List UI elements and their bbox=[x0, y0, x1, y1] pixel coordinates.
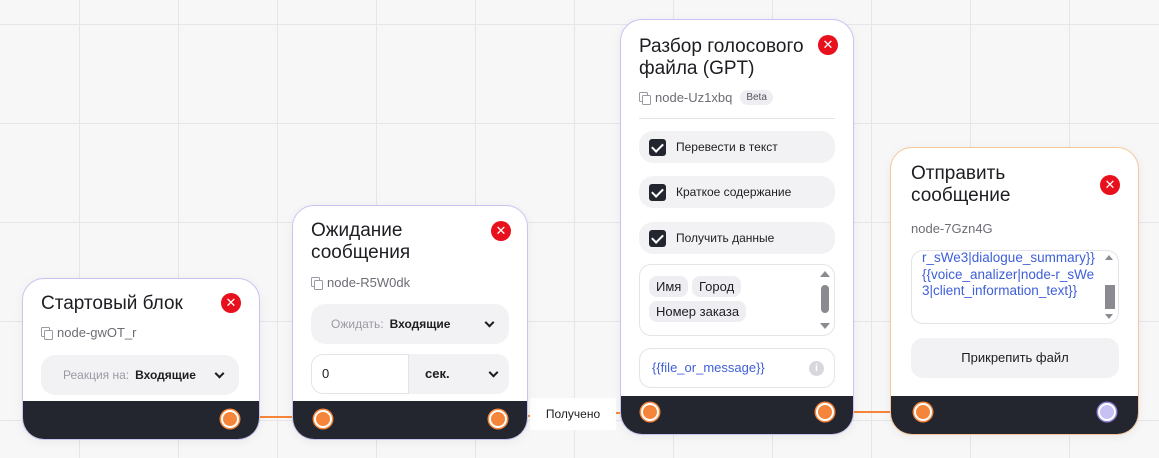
chevron-down-icon bbox=[214, 368, 225, 379]
attach-file-button[interactable]: Прикрепить файл bbox=[911, 338, 1119, 378]
option-label: Краткое содержание bbox=[676, 185, 792, 199]
option-label: Получить данные bbox=[676, 231, 775, 245]
input-handle[interactable] bbox=[914, 403, 932, 421]
chevron-down-icon bbox=[488, 367, 499, 378]
node-send-message[interactable]: Отправить сообщение ✕ node-7Gzn4G r_sWe3… bbox=[890, 147, 1139, 435]
scroll-thumb[interactable] bbox=[1105, 285, 1115, 309]
close-icon[interactable]: ✕ bbox=[221, 293, 241, 313]
output-handle[interactable] bbox=[489, 410, 507, 428]
divider bbox=[639, 118, 835, 119]
node-title: Отправить сообщение bbox=[911, 163, 1011, 206]
output-handle[interactable] bbox=[221, 410, 239, 428]
scroll-up-icon[interactable] bbox=[820, 271, 830, 277]
beta-badge: Beta bbox=[740, 90, 773, 105]
node-id: node-7Gzn4G bbox=[911, 221, 993, 236]
close-icon[interactable]: ✕ bbox=[818, 35, 838, 55]
wait-label: Ожидать: bbox=[331, 317, 384, 331]
node-id-text: node-7Gzn4G bbox=[911, 221, 993, 236]
node-start[interactable]: Стартовый блок ✕ node-gwOT_r Реакция на:… bbox=[22, 278, 260, 440]
output-handle[interactable] bbox=[1098, 403, 1116, 421]
node-footer bbox=[891, 396, 1138, 434]
node-footer bbox=[23, 401, 259, 439]
scroll-down-icon[interactable] bbox=[1105, 314, 1113, 319]
wait-select[interactable]: Ожидать: Входящие bbox=[311, 304, 509, 344]
option-transcribe[interactable]: Перевести в текст bbox=[639, 131, 835, 163]
node-id-text: node-Uz1xbq bbox=[655, 90, 733, 105]
scrollbar[interactable] bbox=[819, 271, 831, 329]
copy-icon[interactable] bbox=[639, 92, 651, 105]
timeout-input[interactable]: 0 bbox=[311, 354, 409, 394]
scrollbar[interactable] bbox=[1104, 255, 1116, 319]
copy-icon[interactable] bbox=[311, 277, 323, 290]
tag-chip[interactable]: Имя bbox=[649, 276, 689, 297]
close-icon[interactable]: ✕ bbox=[1100, 175, 1120, 195]
scroll-up-icon[interactable] bbox=[1105, 255, 1113, 260]
chevron-down-icon bbox=[484, 317, 495, 328]
node-id-text: node-R5W0dk bbox=[327, 275, 411, 290]
checkbox-checked[interactable] bbox=[649, 229, 666, 247]
message-textarea[interactable]: r_sWe3|dialogue_summary}} {{voice_analiz… bbox=[911, 250, 1119, 324]
option-label: Перевести в текст bbox=[676, 140, 778, 154]
node-footer bbox=[293, 401, 527, 439]
reaction-value: Входящие bbox=[135, 368, 196, 382]
option-extract-data[interactable]: Получить данные bbox=[639, 222, 835, 254]
node-wait[interactable]: Ожидание сообщения ✕ node-R5W0dk Ожидать… bbox=[292, 205, 528, 440]
input-handle[interactable] bbox=[314, 410, 332, 428]
node-title: Разбор голосового файла (GPT) bbox=[639, 36, 804, 79]
checkbox-checked[interactable] bbox=[649, 183, 666, 201]
data-fields-box[interactable]: Имя Город Номер заказа bbox=[639, 264, 835, 336]
source-variable-text: {{file_or_message}} bbox=[652, 360, 765, 375]
checkbox-checked[interactable] bbox=[649, 138, 666, 156]
input-handle[interactable] bbox=[641, 403, 659, 421]
node-id-text: node-gwOT_r bbox=[57, 325, 137, 340]
node-footer bbox=[621, 396, 853, 434]
node-id: node-Uz1xbq Beta bbox=[639, 90, 773, 105]
scroll-down-icon[interactable] bbox=[820, 323, 830, 329]
output-handle[interactable] bbox=[816, 403, 834, 421]
message-text: r_sWe3|dialogue_summary}} {{voice_analiz… bbox=[922, 250, 1095, 298]
option-summary[interactable]: Краткое содержание bbox=[639, 176, 835, 208]
info-icon[interactable]: i bbox=[809, 361, 824, 376]
copy-icon[interactable] bbox=[41, 327, 53, 340]
node-title: Ожидание сообщения bbox=[311, 220, 411, 263]
wait-value: Входящие bbox=[389, 317, 451, 331]
timeout-unit-select[interactable]: сек. bbox=[409, 354, 509, 394]
scroll-thumb[interactable] bbox=[821, 285, 829, 313]
node-id: node-R5W0dk bbox=[311, 275, 410, 290]
tag-chip[interactable]: Номер заказа bbox=[649, 301, 747, 322]
node-voice-analysis[interactable]: Разбор голосового файла (GPT) ✕ node-Uz1… bbox=[620, 19, 854, 435]
tag-chip[interactable]: Город bbox=[692, 276, 742, 297]
close-icon[interactable]: ✕ bbox=[491, 221, 511, 241]
edge-label-received[interactable]: Получено bbox=[530, 398, 616, 430]
node-id: node-gwOT_r bbox=[41, 325, 136, 340]
node-title: Стартовый блок bbox=[41, 293, 183, 314]
source-variable-input[interactable]: {{file_or_message}} i bbox=[639, 348, 835, 388]
timeout-unit-value: сек. bbox=[425, 366, 450, 381]
reaction-label: Реакция на: bbox=[63, 368, 130, 382]
reaction-select[interactable]: Реакция на: Входящие bbox=[41, 355, 239, 395]
